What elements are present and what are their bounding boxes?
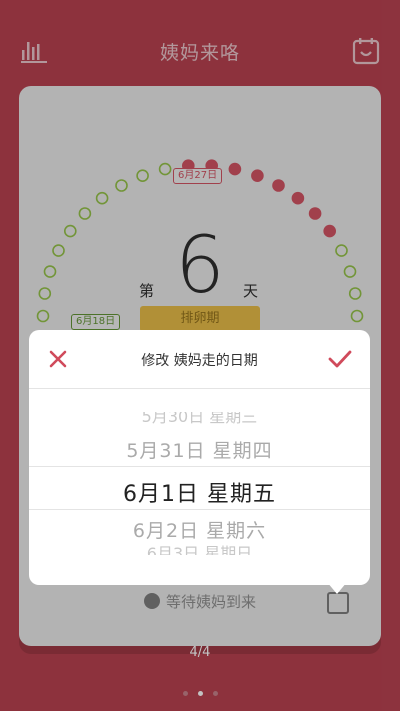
- picker-option-selected[interactable]: 6月1日 星期五: [29, 476, 370, 508]
- picker-option[interactable]: 5月30日 星期三: [29, 412, 370, 426]
- picker-selection-bottom: [29, 509, 370, 510]
- picker-selection-top: [29, 466, 370, 467]
- check-icon: [328, 350, 352, 368]
- picker-option[interactable]: 5月31日 星期四: [29, 436, 370, 463]
- date-picker-dialog: 修改 姨妈走的日期 5月30日 星期三 5月31日 星期四 6月1日 星期五 6…: [29, 330, 370, 585]
- picker-option[interactable]: 6月2日 星期六: [29, 516, 370, 543]
- picker-option[interactable]: 6月3日 星期日: [29, 543, 370, 555]
- confirm-button[interactable]: [327, 348, 353, 370]
- dialog-pointer: [327, 582, 347, 594]
- dialog-divider: [29, 388, 370, 389]
- dialog-title: 修改 姨妈走的日期: [141, 353, 258, 369]
